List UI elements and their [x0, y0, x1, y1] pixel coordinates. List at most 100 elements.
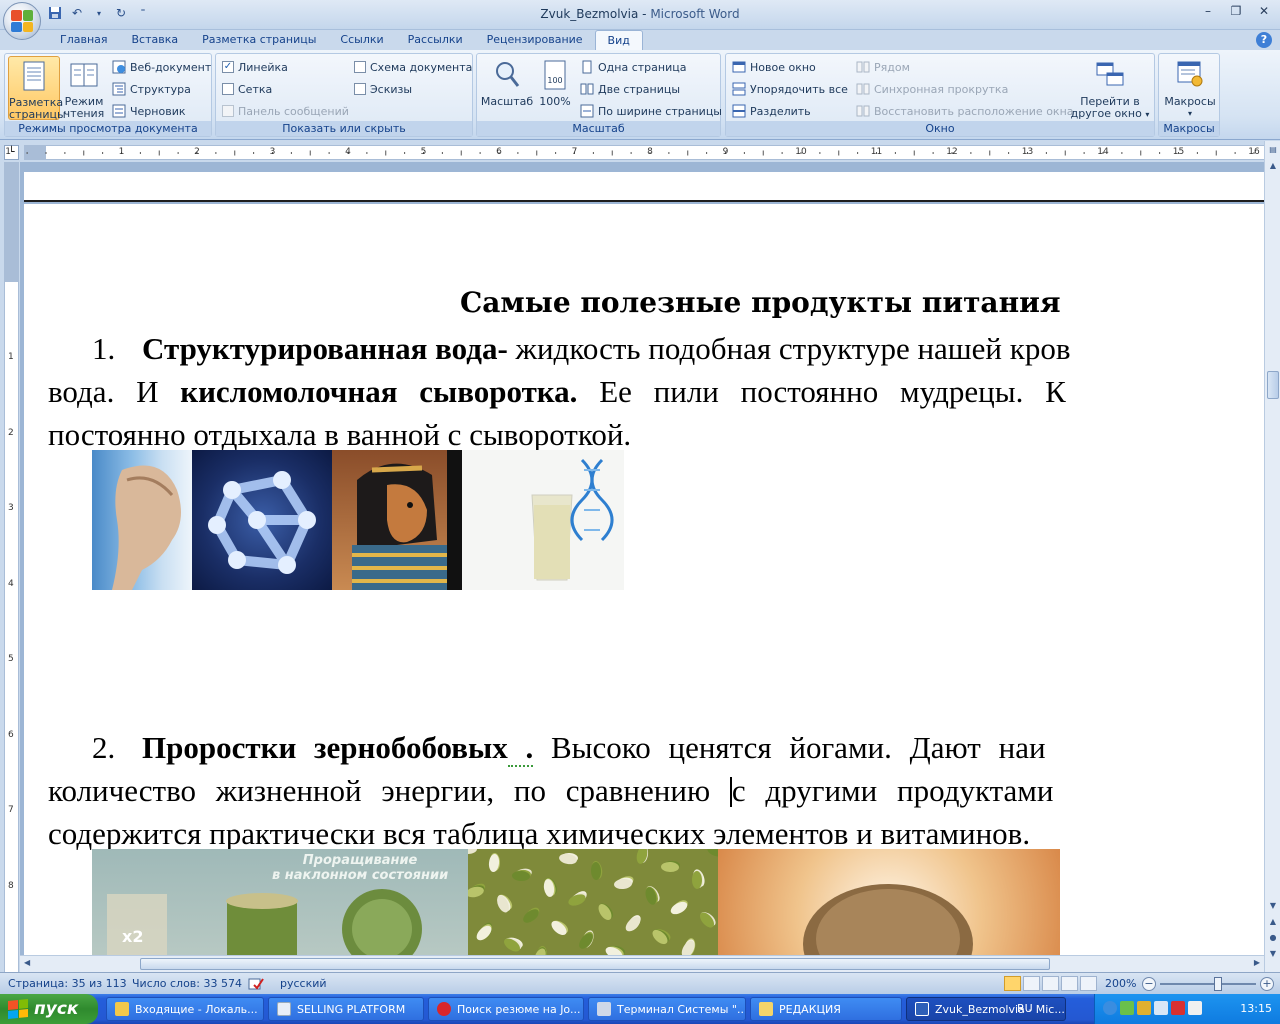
- keyboard-language[interactable]: RU: [1017, 1002, 1033, 1015]
- draft-button[interactable]: Черновик: [112, 101, 186, 121]
- office-button[interactable]: [3, 2, 41, 40]
- document-map-checkbox[interactable]: Схема документа: [354, 57, 472, 77]
- taskbar-item-browser[interactable]: Поиск резюме на Jo...: [428, 997, 584, 1021]
- zoom-level[interactable]: 200%: [1105, 977, 1136, 990]
- ruler-margin: [5, 162, 18, 282]
- language-indicator[interactable]: русский: [280, 977, 327, 990]
- previous-page-icon[interactable]: ▲: [1267, 917, 1279, 931]
- tab-references[interactable]: Ссылки: [328, 30, 395, 50]
- group-label: Режимы просмотра документа: [5, 121, 211, 136]
- message-bar-checkbox: Панель сообщений: [222, 101, 349, 121]
- outline-icon: [112, 82, 126, 96]
- magnifier-icon: [496, 62, 520, 87]
- zoom-in-icon[interactable]: +: [1260, 977, 1274, 991]
- antivirus-tray-icon[interactable]: [1171, 1001, 1185, 1015]
- reading-mode-button[interactable]: Режим чтения: [62, 56, 106, 120]
- document-page[interactable]: Самые полезные продукты питания 1. Структ…: [24, 204, 1264, 972]
- macros-button[interactable]: Макросы ▾: [1163, 56, 1217, 120]
- ruler-number: 15: [1172, 147, 1185, 157]
- tab-mailings[interactable]: Рассылки: [396, 30, 475, 50]
- minimize-icon[interactable]: –: [1198, 4, 1218, 20]
- zoom-out-icon[interactable]: −: [1142, 977, 1156, 991]
- outline-view-icon[interactable]: [1061, 976, 1078, 991]
- horizontal-scrollbar[interactable]: ◀ ▶: [20, 955, 1264, 972]
- page-counter[interactable]: Страница: 35 из 113: [8, 977, 127, 990]
- taskbar-item-folder[interactable]: РЕДАКЦИЯ: [750, 997, 902, 1021]
- vertical-scrollbar[interactable]: ▤ ▲ ▼ ▲ ● ▼: [1264, 141, 1280, 972]
- print-layout-button[interactable]: Разметка страницы: [8, 56, 66, 121]
- folder-icon: [759, 1002, 773, 1016]
- reading-view-icon[interactable]: [1023, 976, 1040, 991]
- scroll-thumb[interactable]: [1267, 371, 1279, 399]
- help-icon[interactable]: ?: [1256, 32, 1272, 48]
- scroll-right-icon[interactable]: ▶: [1254, 958, 1260, 967]
- print-layout-view-icon[interactable]: [1004, 976, 1021, 991]
- checkbox-checked-icon: ✓: [222, 61, 234, 73]
- window-title: Zvuk_Bezmolvia - Microsoft Word: [540, 7, 740, 21]
- scroll-thumb[interactable]: [140, 958, 1050, 970]
- tab-view[interactable]: Вид: [594, 30, 643, 50]
- new-window-button[interactable]: Новое окно: [732, 57, 816, 77]
- page-width-button[interactable]: По ширине страницы: [580, 101, 722, 121]
- paragraph-2-line-1: 2. Проростки зернобобовых . Высоко ценятс…: [92, 730, 1046, 767]
- tab-insert[interactable]: Вставка: [120, 30, 191, 50]
- restore-icon[interactable]: ❐: [1226, 4, 1246, 20]
- scroll-up-icon[interactable]: ▲: [1267, 161, 1279, 175]
- split-button[interactable]: Разделить: [732, 101, 811, 121]
- document-area[interactable]: Самые полезные продукты питания 1. Структ…: [20, 162, 1264, 972]
- taskbar-item-terminal[interactable]: Терминал Системы "...: [588, 997, 746, 1021]
- taskbar-item-word[interactable]: Zvuk_Bezmolvia - Mic...: [906, 997, 1066, 1021]
- thumbnails-checkbox[interactable]: Эскизы: [354, 79, 412, 99]
- ruler-number: 3: [269, 147, 276, 157]
- group-label: Масштаб: [477, 121, 720, 136]
- group-window: Новое окно Упорядочить все Разделить Ряд…: [725, 53, 1155, 137]
- checkbox-icon: [354, 61, 366, 73]
- taskbar-item-selling-platform[interactable]: SELLING PLATFORM: [268, 997, 424, 1021]
- volume-tray-icon[interactable]: [1154, 1001, 1168, 1015]
- network-tray-icon[interactable]: [1120, 1001, 1134, 1015]
- security-tray-icon[interactable]: [1137, 1001, 1151, 1015]
- taskbar: пуск Входящие - Локаль... SELLING PLATFO…: [0, 994, 1280, 1024]
- close-icon[interactable]: ✕: [1254, 4, 1274, 20]
- two-pages-button[interactable]: Две страницы: [580, 79, 680, 99]
- one-page-button[interactable]: Одна страница: [580, 57, 686, 77]
- ruler-number: 4: [345, 147, 351, 157]
- windows-flag-icon: [8, 998, 28, 1020]
- update-tray-icon[interactable]: [1188, 1001, 1202, 1015]
- checkbox-icon: [222, 105, 234, 117]
- zoom-slider[interactable]: [1160, 983, 1256, 985]
- vertical-ruler[interactable]: 1 2 3 4 5 6 7 8: [4, 162, 19, 972]
- browse-object-icon[interactable]: ●: [1267, 933, 1279, 947]
- ruler-strip[interactable]: 1 1 2 3 4 5 6 7 8 9 10 11 12 13 14 15 16: [5, 145, 1264, 160]
- spelling-check-icon[interactable]: [248, 977, 264, 994]
- word-count[interactable]: Число слов: 33 574: [132, 977, 242, 990]
- zoom-slider-handle[interactable]: [1214, 977, 1222, 991]
- zoom-button[interactable]: Масштаб: [479, 56, 535, 120]
- draft-view-icon[interactable]: [1080, 976, 1097, 991]
- scroll-left-icon[interactable]: ◀: [24, 958, 30, 967]
- tab-page-layout[interactable]: Разметка страницы: [190, 30, 328, 50]
- view-ruler-icon[interactable]: ▤: [1267, 145, 1279, 159]
- taskbar-item-inbox[interactable]: Входящие - Локаль...: [106, 997, 264, 1021]
- help-tray-icon[interactable]: [1103, 1001, 1117, 1015]
- scroll-down-icon[interactable]: ▼: [1267, 901, 1279, 915]
- web-layout-button[interactable]: Веб-документ: [112, 57, 211, 77]
- switch-windows-button[interactable]: Перейти в другое окно ▾: [1070, 56, 1150, 120]
- paragraph-1-line-2: вода. И кисломолочная сыворотка. Ее пили…: [48, 374, 1066, 409]
- web-view-icon[interactable]: [1042, 976, 1059, 991]
- checkbox-icon: [354, 83, 366, 95]
- outline-button[interactable]: Структура: [112, 79, 191, 99]
- image-milk-glass-dna: [462, 450, 624, 590]
- ruler-checkbox[interactable]: ✓ Линейка: [222, 57, 288, 77]
- tab-review[interactable]: Рецензирование: [475, 30, 595, 50]
- tab-home[interactable]: Главная: [48, 30, 120, 50]
- image-sprouting-jars: Проращивание в наклонном состоянии x2: [92, 849, 468, 959]
- ruler-number: 4: [8, 578, 14, 589]
- ruler-number: 16: [1248, 147, 1260, 157]
- zoom-100-button[interactable]: 100 100%: [535, 56, 575, 120]
- arrange-all-button[interactable]: Упорядочить все: [732, 79, 848, 99]
- grid-checkbox[interactable]: Сетка: [222, 79, 272, 99]
- group-zoom: Масштаб 100 100% Одна страница Две стран…: [476, 53, 722, 137]
- next-page-icon[interactable]: ▼: [1267, 949, 1279, 963]
- start-button[interactable]: пуск: [0, 994, 98, 1024]
